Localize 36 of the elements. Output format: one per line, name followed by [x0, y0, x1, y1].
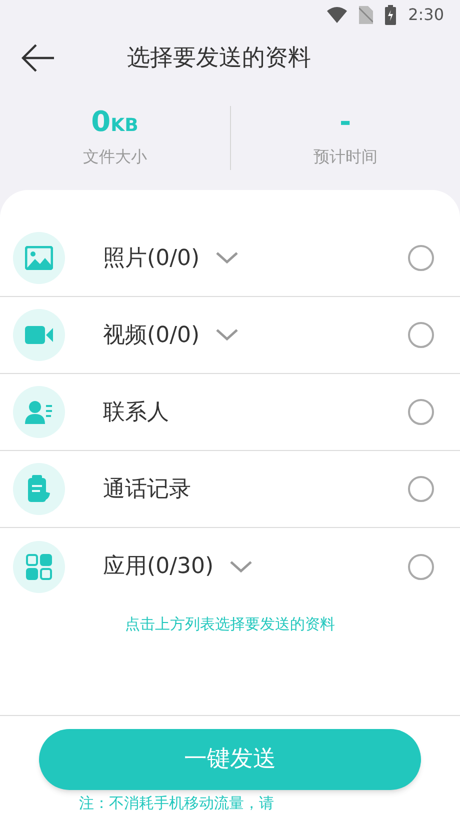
select-radio[interactable]	[408, 554, 434, 580]
list-item[interactable]: 照片(0/0)	[0, 220, 460, 297]
item-label: 应用(0/30)	[103, 553, 214, 581]
no-sim-icon	[359, 6, 374, 24]
chevron-down-icon[interactable]	[230, 560, 252, 572]
select-radio[interactable]	[408, 399, 434, 425]
chevron-down-icon[interactable]	[216, 329, 238, 341]
stat-value: 0KB	[91, 107, 138, 140]
list-item[interactable]: 通话记录	[0, 451, 460, 528]
select-radio[interactable]	[408, 322, 434, 348]
list-item[interactable]: 视频(0/0)	[0, 297, 460, 374]
item-label: 视频(0/0)	[103, 322, 200, 350]
chevron-down-icon[interactable]	[216, 252, 238, 264]
item-label: 联系人	[103, 398, 169, 426]
wifi-icon	[327, 7, 348, 23]
clipboard-phone-icon	[27, 475, 51, 503]
item-label: 照片(0/0)	[103, 244, 200, 272]
battery-icon	[385, 5, 396, 25]
stat-label: 预计时间	[313, 146, 378, 168]
app-grid-icon	[26, 554, 52, 580]
item-label: 通话记录	[103, 476, 191, 504]
back-button[interactable]	[20, 43, 56, 73]
back-arrow-icon	[21, 43, 55, 73]
select-radio[interactable]	[408, 476, 434, 502]
hint-text: 点击上方列表选择要发送的资料	[124, 614, 336, 635]
note-text: 注：不消耗手机移动流量，请	[79, 793, 274, 814]
list-item[interactable]: 应用(0/30)	[0, 528, 460, 605]
video-camera-icon	[25, 325, 53, 345]
status-time: 2:30	[408, 4, 444, 26]
stat-value: -	[339, 107, 352, 140]
contact-icon	[25, 400, 53, 424]
stat-label: 文件大小	[82, 146, 147, 168]
select-radio[interactable]	[408, 245, 434, 271]
page-title: 选择要发送的资料	[127, 44, 311, 73]
image-icon	[25, 246, 53, 270]
list-item[interactable]: 联系人	[0, 374, 460, 451]
